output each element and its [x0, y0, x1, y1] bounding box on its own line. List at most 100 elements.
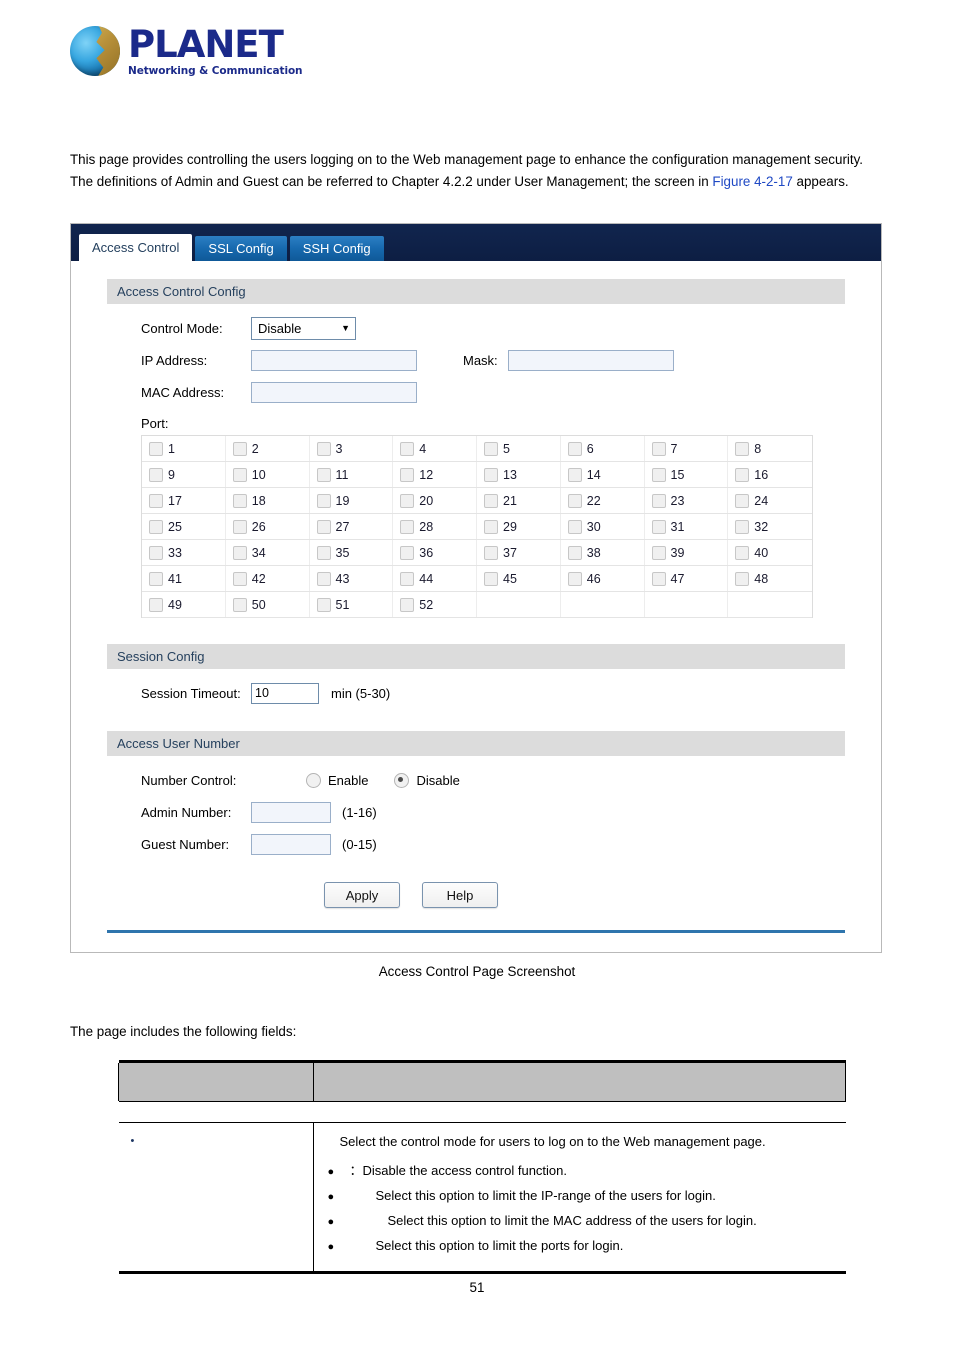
port-checkbox-35[interactable]	[316, 545, 331, 560]
port-number-label: 18	[251, 493, 266, 508]
table-bottom-rule	[118, 1271, 846, 1274]
port-checkbox-36[interactable]	[400, 545, 415, 560]
port-checkbox-51[interactable]	[316, 597, 331, 612]
port-checkbox-5[interactable]	[484, 441, 498, 456]
port-cell-51: 51	[310, 592, 394, 617]
tab-ssh-config[interactable]: SSH Config	[289, 236, 384, 261]
port-number-label: 5	[503, 441, 510, 456]
section-title-session-config: Session Config	[117, 649, 205, 664]
apply-button[interactable]: Apply	[324, 882, 400, 908]
port-checkbox-11[interactable]	[316, 467, 331, 482]
mac-address-input[interactable]	[251, 381, 417, 403]
section-header-access-control-config: Access Control Config	[107, 279, 845, 304]
port-checkbox-23[interactable]	[651, 493, 666, 508]
admin-number-input[interactable]	[251, 801, 331, 823]
guest-number-range: (0-15)	[342, 836, 377, 852]
port-checkbox-52[interactable]	[400, 597, 415, 612]
section-header-access-user-number: Access User Number	[107, 731, 845, 756]
port-checkbox-21[interactable]	[484, 493, 498, 508]
field-admin-number: Admin Number: (1-16)	[141, 796, 881, 828]
mask-input[interactable]	[507, 349, 674, 371]
port-checkbox-33[interactable]	[149, 545, 163, 560]
port-checkbox-9[interactable]	[149, 467, 163, 482]
port-checkbox-38[interactable]	[567, 545, 582, 560]
port-checkbox-3[interactable]	[316, 441, 331, 456]
help-button[interactable]: Help	[422, 882, 498, 908]
port-cell-47: 47	[645, 566, 729, 591]
port-number-label: 34	[251, 545, 266, 560]
tab-access-control[interactable]: Access Control	[79, 234, 193, 261]
port-checkbox-17[interactable]	[149, 493, 163, 508]
port-checkbox-46[interactable]	[567, 571, 582, 586]
port-cell-15: 15	[645, 462, 729, 487]
port-checkbox-47[interactable]	[651, 571, 666, 586]
port-checkbox-24[interactable]	[735, 493, 750, 508]
figure-reference-link[interactable]: Figure 4-2-17	[712, 174, 792, 189]
port-checkbox-28[interactable]	[400, 519, 415, 534]
port-checkbox-4[interactable]	[400, 441, 415, 456]
port-checkbox-44[interactable]	[400, 571, 415, 586]
port-checkbox-26[interactable]	[232, 519, 247, 534]
planet-globe-logo-icon	[70, 26, 120, 77]
port-checkbox-22[interactable]	[567, 493, 582, 508]
port-row: 41 42 43 44 45 46 47 48	[142, 566, 812, 592]
list-item-text: Select this option to limit the ports fo…	[375, 1238, 624, 1253]
port-checkbox-29[interactable]	[484, 519, 498, 534]
port-number-label: 33	[168, 545, 182, 560]
port-checkbox-27[interactable]	[316, 519, 331, 534]
port-checkbox-7[interactable]	[651, 441, 666, 456]
control-mode-select[interactable]: Disable ▼	[251, 316, 356, 340]
port-checkbox-43[interactable]	[316, 571, 331, 586]
port-checkbox-8[interactable]	[735, 441, 750, 456]
port-checkbox-41[interactable]	[149, 571, 163, 586]
port-number-label: 30	[586, 519, 601, 534]
port-cell-21: 21	[477, 488, 561, 513]
port-checkbox-48[interactable]	[735, 571, 750, 586]
port-checkbox-20[interactable]	[400, 493, 415, 508]
port-checkbox-19[interactable]	[316, 493, 331, 508]
port-cell-16: 16	[728, 462, 812, 487]
guest-number-input[interactable]	[251, 833, 331, 855]
port-cell-46: 46	[561, 566, 645, 591]
ip-address-input[interactable]	[251, 349, 417, 371]
radio-disable[interactable]	[394, 772, 410, 788]
port-cell-31: 31	[645, 514, 729, 539]
port-checkbox-45[interactable]	[484, 571, 498, 586]
tab-ssl-config-label: SSL Config	[208, 241, 274, 256]
port-checkbox-31[interactable]	[651, 519, 666, 534]
port-checkbox-13[interactable]	[484, 467, 498, 482]
port-checkbox-16[interactable]	[735, 467, 750, 482]
port-checkbox-12[interactable]	[400, 467, 415, 482]
port-checkbox-15[interactable]	[651, 467, 666, 482]
list-item-text: ：Disable the access control function.	[349, 1163, 568, 1178]
tab-ssl-config[interactable]: SSL Config	[195, 236, 287, 261]
port-checkbox-6[interactable]	[567, 441, 582, 456]
port-checkbox-34[interactable]	[232, 545, 247, 560]
port-checkbox-40[interactable]	[735, 545, 750, 560]
port-checkbox-50[interactable]	[232, 597, 247, 612]
port-checkbox-18[interactable]	[232, 493, 247, 508]
port-checkbox-32[interactable]	[735, 519, 750, 534]
port-checkbox-2[interactable]	[232, 441, 247, 456]
port-cell-4: 4	[393, 436, 477, 461]
port-checkbox-49[interactable]	[149, 597, 163, 612]
port-number-label: 17	[168, 493, 182, 508]
radio-enable[interactable]	[306, 772, 321, 788]
port-checkbox-10[interactable]	[232, 467, 247, 482]
port-cell-39: 39	[645, 540, 729, 565]
section-header-session-config: Session Config	[107, 644, 845, 669]
port-checkbox-39[interactable]	[651, 545, 666, 560]
port-checkbox-30[interactable]	[567, 519, 582, 534]
port-number-label: 31	[670, 519, 685, 534]
port-number-label: 45	[503, 571, 517, 586]
port-cell-26: 26	[226, 514, 310, 539]
port-cell-empty	[477, 592, 561, 617]
port-checkbox-42[interactable]	[232, 571, 247, 586]
port-row: 49 50 51 52	[142, 592, 812, 618]
port-checkbox-14[interactable]	[567, 467, 582, 482]
port-cell-44: 44	[393, 566, 477, 591]
session-timeout-input[interactable]: 10	[251, 682, 319, 704]
port-checkbox-1[interactable]	[149, 441, 163, 456]
port-checkbox-37[interactable]	[484, 545, 498, 560]
port-checkbox-25[interactable]	[149, 519, 163, 534]
